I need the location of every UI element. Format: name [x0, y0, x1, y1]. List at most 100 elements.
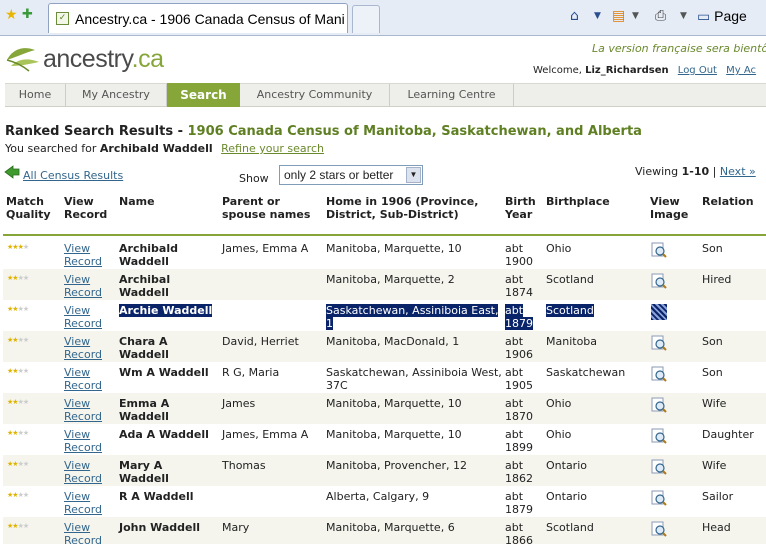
view-image-icon[interactable]	[651, 273, 667, 289]
birthplace-cell-text: Saskatchewan	[546, 366, 626, 379]
view-image-icon[interactable]	[651, 490, 667, 506]
back-arrow-icon[interactable]	[4, 165, 20, 179]
page-menu-label: Page	[714, 8, 747, 24]
feeds-icon[interactable]: ▤	[612, 8, 625, 24]
table-row: ★★★★ View Record Chara A Waddell David, Her…	[3, 331, 766, 362]
star-icon: ★	[22, 491, 29, 499]
view-record-link[interactable]: View Record	[64, 397, 102, 423]
header-birth-year[interactable]: Birth Year	[505, 195, 543, 221]
view-record-link[interactable]: View Record	[64, 273, 102, 299]
home-dropdown-icon[interactable]: ▼	[594, 8, 601, 24]
table-row: ★★★★ View Record Archibald Waddell James, E…	[3, 238, 766, 269]
logout-link[interactable]: Log Out	[678, 65, 717, 76]
match-quality-stars: ★★★★	[7, 274, 29, 282]
page-icon: ▭	[697, 8, 711, 24]
match-quality-stars: ★★★★	[7, 522, 29, 530]
table-row: ★★★★ View Record Wm A Waddell R G, Maria Sas…	[3, 362, 766, 393]
chevron-down-icon[interactable]: ▼	[406, 167, 421, 183]
next-page-link[interactable]: Next »	[720, 165, 756, 178]
birthplace-cell: Manitoba	[546, 335, 646, 348]
relation-cell-text: Son	[702, 335, 723, 348]
refine-search-link[interactable]: Refine your search	[221, 142, 324, 155]
view-record-cell: View Record	[64, 428, 114, 454]
nav-my-ancestry[interactable]: My Ancestry	[66, 84, 167, 106]
birthplace-cell: Ohio	[546, 397, 646, 410]
birth-year-cell: abt 1906	[505, 335, 543, 361]
favorites-star-icon[interactable]: ★	[5, 8, 19, 22]
view-record-link[interactable]: View Record	[64, 428, 102, 454]
header-home-1906[interactable]: Home in 1906 (Province, District, Sub-Di…	[326, 195, 502, 221]
home-1906-cell-text: Manitoba, MacDonald, 1	[326, 335, 460, 348]
view-record-link[interactable]: View Record	[64, 242, 102, 268]
header-birthplace[interactable]: Birthplace	[546, 195, 646, 208]
view-image-icon[interactable]	[651, 397, 667, 413]
view-image-icon[interactable]	[651, 521, 667, 537]
name-cell: Wm A Waddell	[119, 366, 215, 379]
quality-filter-select[interactable]: only 2 stars or better ▼	[279, 165, 423, 185]
birth-year-cell-text: abt 1905	[505, 366, 533, 392]
view-record-link[interactable]: View Record	[64, 335, 102, 361]
relation-cell: Son	[702, 335, 764, 348]
add-favorite-icon[interactable]: ✚	[22, 8, 36, 22]
birthplace-cell: Saskatchewan	[546, 366, 646, 379]
viewing-range: 1-10	[681, 165, 710, 178]
parent-spouse-cell-text: David, Herriet	[222, 335, 299, 348]
view-record-link[interactable]: View Record	[64, 459, 102, 485]
view-record-cell: View Record	[64, 304, 114, 330]
birthplace-cell-text: Scotland	[546, 521, 594, 534]
page-menu[interactable]: ▭ Page	[697, 8, 747, 25]
home-icon[interactable]: ⌂	[570, 8, 579, 24]
birth-year-cell: abt 1879	[505, 304, 543, 330]
view-image-icon[interactable]	[651, 459, 667, 475]
home-1906-cell-text: Saskatchewan, Assiniboia West, 37C	[326, 366, 502, 392]
home-1906-cell-text: Manitoba, Marquette, 10	[326, 242, 462, 255]
birthplace-cell: Ohio	[546, 242, 646, 255]
home-1906-cell: Manitoba, Marquette, 2	[326, 273, 502, 286]
view-record-link[interactable]: View Record	[64, 490, 102, 516]
my-account-link[interactable]: My Ac	[726, 65, 756, 76]
print-dropdown-icon[interactable]: ▼	[680, 8, 687, 24]
home-1906-cell: Alberta, Calgary, 9	[326, 490, 502, 503]
new-tab-button[interactable]	[352, 5, 380, 33]
birth-year-cell: abt 1874	[505, 273, 543, 299]
view-image-icon[interactable]	[651, 335, 667, 351]
birth-year-cell: abt 1899	[505, 428, 543, 454]
home-1906-cell: Saskatchewan, Assiniboia West, 37C	[326, 366, 502, 392]
birth-year-cell-text: abt 1866	[505, 521, 533, 544]
birthplace-cell-text: Ontario	[546, 459, 587, 472]
home-1906-cell: Manitoba, Provencher, 12	[326, 459, 502, 472]
nav-ancestry-community[interactable]: Ancestry Community	[240, 84, 390, 106]
nav-learning-centre[interactable]: Learning Centre	[390, 84, 514, 106]
nav-home[interactable]: Home	[5, 84, 66, 106]
filter-value: only 2 stars or better	[284, 168, 394, 182]
name-cell: Emma A Waddell	[119, 397, 215, 423]
relation-cell: Wife	[702, 397, 764, 410]
header-match-quality[interactable]: Match Quality	[6, 195, 58, 221]
birthplace-cell-text: Scotland	[546, 304, 594, 317]
match-quality-stars: ★★★★	[7, 491, 29, 499]
all-census-results-link[interactable]: All Census Results	[23, 169, 123, 182]
view-record-link[interactable]: View Record	[64, 304, 102, 330]
print-icon[interactable]: ⎙	[655, 8, 666, 24]
view-record-cell: View Record	[64, 273, 114, 299]
view-image-icon[interactable]	[651, 304, 667, 320]
view-record-link[interactable]: View Record	[64, 366, 102, 392]
relation-cell-text: Daughter	[702, 428, 754, 441]
match-quality-stars: ★★★★	[7, 460, 29, 468]
view-image-icon[interactable]	[651, 366, 667, 382]
home-1906-cell: Manitoba, Marquette, 6	[326, 521, 502, 534]
view-image-icon[interactable]	[651, 242, 667, 258]
view-record-link[interactable]: View Record	[64, 521, 102, 544]
birthplace-cell-text: Ohio	[546, 242, 572, 255]
birthplace-cell: Ohio	[546, 428, 646, 441]
name-cell: Archibal Waddell	[119, 273, 215, 299]
match-quality-stars: ★★★★	[7, 398, 29, 406]
relation-cell-text: Son	[702, 366, 723, 379]
feeds-dropdown-icon[interactable]: ▼	[632, 8, 639, 24]
ancestry-logo[interactable]: ancestry.ca	[5, 42, 195, 76]
nav-search[interactable]: Search	[167, 83, 240, 107]
view-image-icon[interactable]	[651, 428, 667, 444]
header-name[interactable]: Name	[119, 195, 215, 208]
browser-tab-active[interactable]: ✓ Ancestry.ca - 1906 Canada Census of Ma…	[48, 3, 348, 33]
header-view-image: View Image	[650, 195, 689, 221]
